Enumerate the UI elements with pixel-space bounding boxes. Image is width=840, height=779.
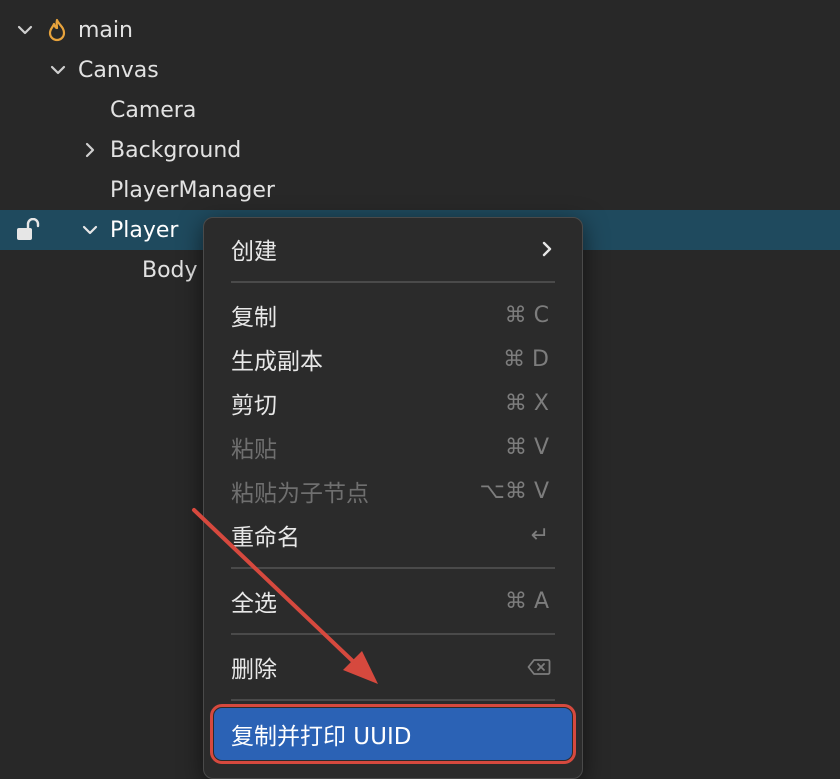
menu-item-select-all[interactable]: 全选 ⌘ A: [204, 581, 582, 621]
shortcut-label: ⌘ X: [504, 390, 549, 416]
delete-key-icon: [527, 659, 551, 675]
tree-item-main[interactable]: main: [0, 10, 840, 50]
menu-item-duplicate[interactable]: 生成副本 ⌘ D: [204, 339, 582, 379]
menu-separator: [231, 281, 555, 283]
menu-item-rename[interactable]: 重命名 ↵: [204, 515, 582, 555]
chevron-right-icon[interactable]: [79, 139, 101, 161]
context-menu: 创建 复制 ⌘ C 生成副本 ⌘ D 剪切 ⌘ X 粘贴 ⌘ V 粘贴为子节点 …: [203, 217, 583, 779]
menu-item-label: 生成副本: [231, 349, 323, 375]
return-key-icon: ↵: [530, 522, 549, 548]
chevron-down-icon[interactable]: [14, 19, 36, 41]
tree-item-playermanager[interactable]: PlayerManager: [0, 170, 840, 210]
menu-separator: [231, 567, 555, 569]
chevron-down-icon[interactable]: [79, 219, 101, 241]
menu-separator: [231, 699, 555, 701]
menu-item-create[interactable]: 创建: [204, 229, 582, 269]
tree-item-label: Background: [110, 137, 242, 163]
tree-item-label: Camera: [110, 97, 197, 123]
tree-item-label: main: [78, 17, 133, 43]
menu-item-label: 复制: [231, 305, 277, 331]
menu-item-label: 重命名: [231, 525, 300, 551]
tree-item-canvas[interactable]: Canvas: [0, 50, 840, 90]
menu-item-label: 复制并打印 UUID: [231, 724, 412, 750]
shortcut-label: ⌘ C: [504, 302, 549, 328]
tree-item-background[interactable]: Background: [0, 130, 840, 170]
scene-flame-icon: [48, 18, 66, 42]
chevron-down-icon[interactable]: [47, 59, 69, 81]
menu-item-paste[interactable]: 粘贴 ⌘ V: [204, 427, 582, 467]
shortcut-label: ⌥⌘ V: [479, 478, 549, 504]
tree-item-label: Body: [142, 257, 198, 283]
menu-item-delete[interactable]: 删除: [204, 647, 582, 687]
menu-item-label: 删除: [231, 657, 277, 683]
tree-item-label: PlayerManager: [110, 177, 275, 203]
menu-item-copy[interactable]: 复制 ⌘ C: [204, 295, 582, 335]
menu-separator: [231, 633, 555, 635]
shortcut-label: ⌘ A: [504, 588, 549, 614]
menu-item-label: 粘贴为子节点: [231, 481, 369, 507]
menu-item-cut[interactable]: 剪切 ⌘ X: [204, 383, 582, 423]
menu-item-copy-print-uuid[interactable]: 复制并打印 UUID: [210, 704, 576, 764]
menu-item-label: 全选: [231, 591, 277, 617]
tree-item-camera[interactable]: Camera: [0, 90, 840, 130]
menu-item-paste-as-child[interactable]: 粘贴为子节点 ⌥⌘ V: [204, 471, 582, 511]
tree-item-label: Player: [110, 217, 179, 243]
submenu-arrow-icon: [542, 241, 552, 257]
tree-item-label: Canvas: [78, 57, 159, 83]
menu-item-label: 粘贴: [231, 437, 277, 463]
shortcut-label: ⌘ D: [503, 346, 549, 372]
shortcut-label: ⌘ V: [504, 434, 549, 460]
menu-item-label: 剪切: [231, 393, 277, 419]
menu-item-label: 创建: [231, 239, 277, 265]
unlock-icon[interactable]: [16, 218, 42, 242]
